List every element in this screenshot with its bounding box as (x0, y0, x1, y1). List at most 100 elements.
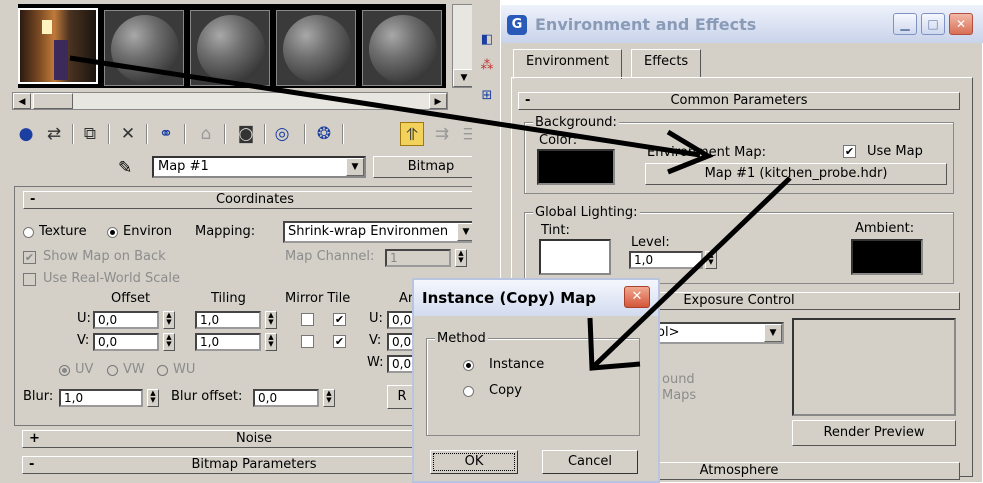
dialog-title-bar[interactable]: Instance (Copy) Map ✕ (414, 280, 658, 316)
backlight-icon[interactable]: ⁂ (478, 58, 496, 76)
sample-slot-2[interactable] (104, 10, 184, 86)
toolbar-separator (72, 124, 74, 144)
sample-slot-4[interactable] (276, 10, 356, 86)
use-real-world-scale-checkbox[interactable] (23, 273, 36, 286)
rollout-title: Coordinates (215, 192, 295, 207)
ok-button[interactable]: OK (430, 450, 518, 474)
u-tiling-field[interactable]: 1,0 (195, 311, 261, 329)
u-tiling-spinner[interactable]: ▲ ▼ (265, 311, 277, 329)
v-angle-label: V: (369, 333, 382, 348)
show-end-result-icon[interactable]: ❂ (312, 122, 336, 146)
u-offset-field[interactable]: 0,0 (93, 311, 159, 329)
eyedropper-icon[interactable]: ✎ (118, 158, 132, 178)
coordinates-rollout-header[interactable]: - Coordinates (23, 191, 487, 209)
close-icon[interactable]: ✕ (624, 286, 650, 308)
level-spinner[interactable]: ▲ ▼ (705, 251, 717, 269)
show-map-on-back-checkbox[interactable]: ✔ (23, 251, 36, 264)
tab-environment[interactable]: Environment (513, 49, 623, 79)
uv-radio[interactable] (59, 365, 70, 376)
blur-offset-field[interactable]: 0,0 (253, 389, 319, 407)
instance-label: Instance (489, 357, 545, 372)
environment-map-button[interactable]: Map #1 (kitchen_probe.hdr) (645, 163, 947, 185)
u-mirror-checkbox[interactable] (301, 313, 314, 326)
scroll-thumb[interactable] (33, 93, 73, 109)
options-icon[interactable]: ⊞ (478, 88, 496, 106)
texture-label: Texture (39, 224, 87, 239)
sample-slot-1[interactable] (18, 8, 98, 84)
make-unique-icon[interactable]: ⚭ (154, 122, 178, 146)
slots-horizontal-scrollbar[interactable]: ◀ ▶ (12, 92, 448, 110)
material-effects-channel-icon[interactable]: ◙ (234, 122, 258, 146)
use-real-world-scale-label: Use Real-World Scale (43, 271, 180, 286)
blur-spinner[interactable]: ▲ ▼ (147, 389, 159, 407)
sample-type-icon[interactable]: ◧ (478, 32, 496, 50)
map-channel-label: Map Channel: (285, 249, 375, 264)
chevron-down-icon[interactable]: ▼ (764, 324, 782, 342)
v-mirror-checkbox[interactable] (301, 335, 314, 348)
use-map-checkbox[interactable]: ✔ (843, 145, 856, 158)
uv-label: UV (75, 362, 94, 377)
v-tiling-spinner[interactable]: ▲ ▼ (265, 333, 277, 351)
render-preview-button[interactable]: Render Preview (792, 420, 956, 446)
map-channel-spinner[interactable]: ▲ ▼ (455, 249, 467, 267)
map-channel-field[interactable]: 1 (385, 249, 451, 267)
copy-radio[interactable] (463, 386, 474, 397)
background-color-swatch[interactable] (537, 149, 615, 185)
assign-material-icon[interactable]: ⧉ (78, 122, 102, 146)
toolbar-separator (264, 124, 266, 144)
delete-icon[interactable]: ✕ (116, 122, 140, 146)
method-group: Method Instance Copy (426, 331, 640, 436)
process-background-label: ound (662, 372, 695, 387)
put-to-library-icon[interactable]: ⌂ (194, 122, 218, 146)
sample-slot-5[interactable] (362, 10, 442, 86)
show-map-in-viewport-icon[interactable]: ◎ (270, 122, 294, 146)
w-angle-field[interactable]: 0,0 (387, 355, 415, 373)
map-name-field[interactable]: Map #1 ▼ (152, 156, 366, 178)
texture-radio[interactable] (23, 227, 34, 238)
maximize-button[interactable]: □ (921, 13, 945, 35)
get-material-icon[interactable]: ● (14, 122, 38, 146)
mapping-label: Mapping: (195, 224, 256, 239)
v-tile-checkbox[interactable]: ✔ (333, 335, 346, 348)
sphere-preview (369, 15, 437, 83)
minimize-button[interactable]: ▁ (893, 13, 917, 35)
v-offset-spinner[interactable]: ▲ ▼ (163, 333, 175, 351)
tint-color-swatch[interactable] (539, 239, 611, 275)
u-offset-spinner[interactable]: ▲ ▼ (163, 311, 175, 329)
instance-radio[interactable] (463, 360, 474, 371)
exposure-preview-area (792, 318, 956, 416)
app-icon: G (507, 15, 527, 35)
tab-effects[interactable]: Effects (631, 49, 702, 77)
scroll-left-icon[interactable]: ◀ (13, 93, 31, 109)
vw-radio[interactable] (107, 365, 118, 376)
u-angle-field[interactable]: 0,0 (387, 311, 415, 329)
global-lighting-group: Global Lighting: Tint: Level: 1,0 ▲ ▼ Amb… (524, 205, 954, 284)
mapping-dropdown[interactable]: Shrink-wrap Environmen ▼ (283, 221, 477, 243)
environ-radio[interactable] (107, 227, 118, 238)
map-name-row: ✎ Map #1 ▼ Bitmap (0, 156, 500, 182)
put-to-scene-icon[interactable]: ⇄ (42, 122, 66, 146)
cancel-button[interactable]: Cancel (542, 450, 638, 474)
wu-radio[interactable] (157, 365, 168, 376)
expand-toggle: + (29, 431, 40, 446)
ambient-color-swatch[interactable] (851, 239, 923, 275)
scroll-right-icon[interactable]: ▶ (429, 93, 447, 109)
blur-offset-spinner[interactable]: ▲ ▼ (323, 389, 335, 407)
material-toolbar: ● ⇄ ⧉ ✕ ⚭ ⌂ ◙ ◎ ❂ ⥣ ⇉ ⇶ (14, 122, 500, 148)
window-title: Environment and Effects (535, 15, 757, 34)
v-angle-field[interactable]: 0,0 (387, 333, 415, 351)
close-button[interactable]: ✕ (949, 13, 973, 35)
chevron-down-icon[interactable]: ▼ (346, 158, 364, 176)
sample-slot-3[interactable] (190, 10, 270, 86)
blur-field[interactable]: 1,0 (59, 389, 143, 407)
u-tile-checkbox[interactable]: ✔ (333, 313, 346, 326)
level-label: Level: (631, 235, 670, 250)
v-offset-field[interactable]: 0,0 (93, 333, 159, 351)
level-field[interactable]: 1,0 (629, 251, 703, 269)
common-parameters-header[interactable]: - Common Parameters (518, 92, 960, 110)
exposure-type-dropdown[interactable]: ol> ▼ (652, 322, 784, 344)
go-to-parent-icon[interactable]: ⥣ (400, 122, 424, 146)
v-tiling-field[interactable]: 1,0 (195, 333, 261, 351)
go-forward-to-sibling-icon[interactable]: ⇉ (430, 122, 454, 146)
window-title-bar[interactable]: G Environment and Effects ▁ □ ✕ (501, 5, 983, 43)
